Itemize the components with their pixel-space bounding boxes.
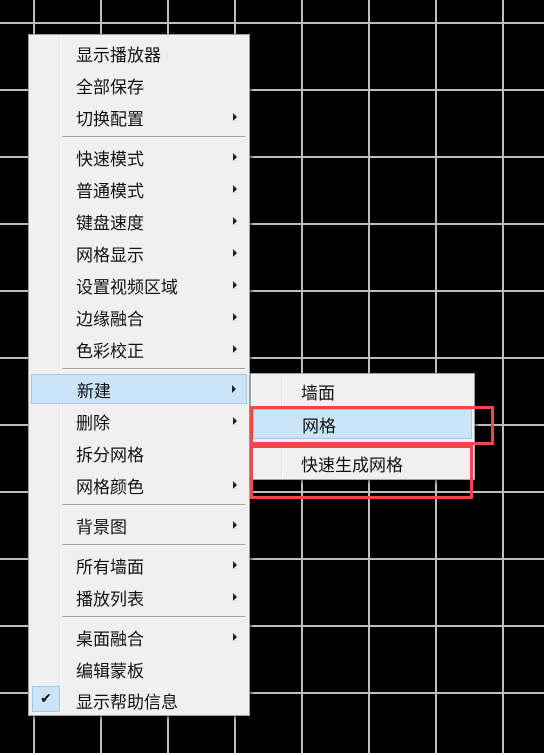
menu-item-grid-display[interactable]: 网格显示 bbox=[31, 238, 247, 268]
submenu-item-wall[interactable]: 墙面 bbox=[253, 376, 472, 406]
menu-item-label: 显示播放器 bbox=[76, 45, 161, 66]
menu-item-label: 网格显示 bbox=[76, 245, 144, 266]
submenu-arrow-icon bbox=[233, 217, 237, 225]
menu-item-edit-mask[interactable]: 编辑蒙板 bbox=[31, 654, 247, 684]
menu-item-label: 色彩校正 bbox=[76, 341, 144, 362]
submenu-arrow-icon bbox=[233, 593, 237, 601]
menu-item-fast-mode[interactable]: 快速模式 bbox=[31, 142, 247, 172]
menu-item-edge-blend[interactable]: 边缘融合 bbox=[31, 302, 247, 332]
menu-item-label: 所有墙面 bbox=[76, 557, 144, 578]
menu-item-all-walls[interactable]: 所有墙面 bbox=[31, 550, 247, 580]
menu-item-playlist[interactable]: 播放列表 bbox=[31, 582, 247, 612]
menu-item-label: 网格颜色 bbox=[76, 477, 144, 498]
menu-item-new[interactable]: 新建 bbox=[31, 374, 247, 404]
submenu-arrow-icon bbox=[233, 113, 237, 121]
menu-item-background-image[interactable]: 背景图 bbox=[31, 510, 247, 540]
menu-separator bbox=[62, 368, 245, 370]
menu-item-switch-config[interactable]: 切换配置 bbox=[31, 102, 247, 132]
menu-item-label: 删除 bbox=[76, 413, 110, 434]
menu-item-show-player[interactable]: 显示播放器 bbox=[31, 38, 247, 68]
menu-item-label: 设置视频区域 bbox=[76, 277, 178, 298]
menu-item-save-all[interactable]: 全部保存 bbox=[31, 70, 247, 100]
submenu-arrow-icon bbox=[233, 521, 237, 529]
submenu-arrow-icon bbox=[233, 313, 237, 321]
menu-item-label: 桌面融合 bbox=[76, 629, 144, 650]
annotation-highlight-box bbox=[250, 406, 494, 445]
menu-item-show-help[interactable]: ✔ 显示帮助信息 bbox=[31, 685, 247, 715]
menu-item-grid-color[interactable]: 网格颜色 bbox=[31, 470, 247, 500]
menu-item-normal-mode[interactable]: 普通模式 bbox=[31, 174, 247, 204]
menu-item-label: 切换配置 bbox=[76, 109, 144, 130]
submenu-arrow-icon bbox=[233, 185, 237, 193]
menu-separator bbox=[62, 616, 245, 618]
menu-item-desktop-blend[interactable]: 桌面融合 bbox=[31, 622, 247, 652]
submenu-arrow-icon bbox=[233, 153, 237, 161]
menu-item-label: 全部保存 bbox=[76, 77, 144, 98]
menu-separator bbox=[62, 136, 245, 138]
submenu-arrow-icon bbox=[233, 417, 237, 425]
menu-item-label: 拆分网格 bbox=[76, 445, 144, 466]
menu-item-label: 编辑蒙板 bbox=[76, 661, 144, 682]
menu-item-label: 新建 bbox=[77, 381, 111, 402]
submenu-arrow-icon bbox=[233, 281, 237, 289]
submenu-item-label: 墙面 bbox=[301, 383, 335, 404]
menu-item-split-grid[interactable]: 拆分网格 bbox=[31, 438, 247, 468]
menu-item-label: 显示帮助信息 bbox=[76, 692, 178, 713]
submenu-arrow-icon bbox=[233, 345, 237, 353]
menu-separator bbox=[62, 504, 245, 506]
menu-item-keyboard-speed[interactable]: 键盘速度 bbox=[31, 206, 247, 236]
menu-item-set-video-area[interactable]: 设置视频区域 bbox=[31, 270, 247, 300]
context-menu: 显示播放器 全部保存 切换配置 快速模式 普通模式 键盘速度 网格显示 设置视频… bbox=[28, 34, 250, 716]
submenu-arrow-icon bbox=[233, 633, 237, 641]
menu-item-label: 快速模式 bbox=[76, 149, 144, 170]
menu-item-label: 普通模式 bbox=[76, 181, 144, 202]
menu-item-label: 背景图 bbox=[76, 517, 127, 538]
menu-item-label: 键盘速度 bbox=[76, 213, 144, 234]
menu-item-delete[interactable]: 删除 bbox=[31, 406, 247, 436]
submenu-arrow-icon bbox=[233, 561, 237, 569]
submenu-arrow-icon bbox=[233, 481, 237, 489]
submenu-arrow-icon bbox=[232, 385, 236, 393]
check-icon: ✔ bbox=[32, 686, 60, 712]
menu-item-label: 边缘融合 bbox=[76, 309, 144, 330]
menu-item-color-correction[interactable]: 色彩校正 bbox=[31, 334, 247, 364]
menu-separator bbox=[62, 544, 245, 546]
annotation-highlight-box bbox=[250, 445, 473, 499]
menu-item-label: 播放列表 bbox=[76, 589, 144, 610]
submenu-arrow-icon bbox=[233, 249, 237, 257]
